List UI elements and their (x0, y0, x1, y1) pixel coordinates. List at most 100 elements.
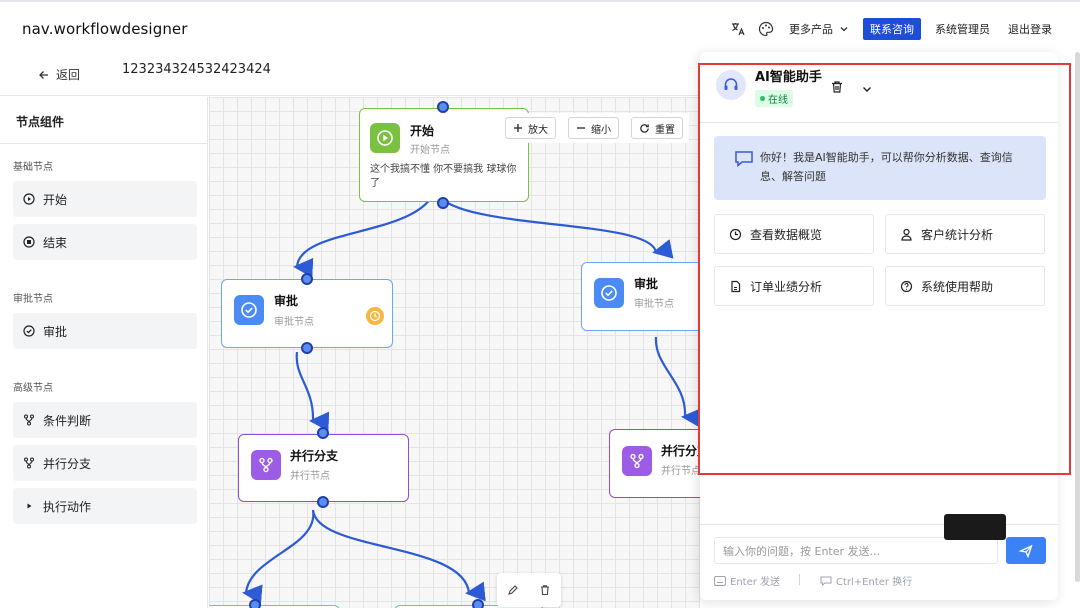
status-badge: 在线 (755, 90, 793, 107)
edge-parallel-to-left-child (242, 509, 315, 605)
zoom-in-button[interactable]: 放大 (505, 117, 556, 139)
divider (799, 574, 800, 585)
user-icon (901, 228, 912, 241)
branch-icon (24, 457, 34, 469)
edge-approval-left-to-parallel (295, 351, 330, 432)
node-parallel-right[interactable]: 并行分支 并行节点 (609, 429, 700, 498)
refresh-icon (640, 123, 649, 133)
workflow-canvas[interactable]: 开始 开始节点 这个我搞不懂 你不要搞我 球球你了 审批 审批节点 审批 审批节… (209, 97, 700, 608)
node-port[interactable] (472, 599, 484, 608)
node-parallel-left[interactable]: 并行分支 并行节点 (238, 434, 409, 502)
flow-header: 返回 123234324532423424 (0, 56, 700, 96)
online-dot-icon (760, 96, 765, 101)
clock-icon (729, 228, 742, 240)
question-input[interactable]: 输入你的问题，按 Enter 发送... (714, 537, 998, 564)
node-port[interactable] (249, 599, 261, 608)
section-label-basic: 基础节点 (13, 162, 53, 173)
check-circle-icon (234, 295, 264, 325)
play-circle-icon (370, 123, 400, 153)
greeting-text: 你好！我是AI智能助手，可以帮你分析数据、查询信息、解答问题 (760, 151, 1013, 183)
component-parallel[interactable]: 并行分支 (13, 445, 197, 481)
admin-user-link[interactable]: 系统管理员 (931, 19, 994, 39)
hint-enter: Enter 发送 (714, 573, 780, 588)
zoom-out-button[interactable]: 缩小 (568, 117, 619, 139)
help-icon (900, 280, 913, 292)
component-action[interactable]: 执行动作 (13, 488, 197, 524)
component-label: 并行分支 (43, 456, 92, 471)
scrollbar[interactable] (1075, 52, 1080, 582)
component-label: 审批 (43, 324, 68, 339)
chevron-down-icon[interactable] (861, 80, 873, 99)
trash-icon[interactable] (830, 79, 844, 98)
translate-icon[interactable] (729, 20, 747, 38)
node-port[interactable] (301, 342, 313, 354)
component-end[interactable]: 结束 (13, 224, 197, 260)
stop-circle-icon (23, 236, 35, 248)
assistant-name: AI智能助手 (755, 70, 822, 85)
trash-icon[interactable] (539, 584, 551, 596)
node-port[interactable] (437, 197, 449, 209)
redaction-blur (944, 514, 1006, 540)
node-title: 开始 (410, 124, 435, 138)
contact-button[interactable]: 联系咨询 (863, 18, 921, 40)
edit-icon[interactable] (507, 584, 519, 596)
hint-ctrl-enter: Ctrl+Enter 换行 (820, 573, 912, 588)
clock-badge-icon (366, 307, 384, 325)
greeting-message: 你好！我是AI智能助手，可以帮你分析数据、查询信息、解答问题 (714, 136, 1046, 200)
send-icon (1019, 544, 1033, 558)
document-icon (731, 280, 741, 292)
headset-icon (716, 70, 746, 100)
keyboard-icon (714, 575, 726, 586)
check-circle-icon (594, 278, 624, 308)
node-approval-left[interactable]: 审批 审批节点 (221, 279, 393, 348)
node-port[interactable] (317, 427, 329, 439)
quick-action-customer-stats[interactable]: 客户统计分析 (885, 214, 1045, 254)
chat-bubble-icon (735, 151, 753, 168)
branch-icon (24, 414, 34, 426)
quick-action-label: 查看数据概览 (750, 227, 823, 242)
node-description: 这个我搞不懂 你不要搞我 球球你了 (370, 164, 517, 189)
section-label-approval: 审批节点 (13, 294, 53, 305)
more-products-label: 更多产品 (789, 23, 833, 36)
quick-action-label: 系统使用帮助 (921, 279, 994, 294)
quick-action-order-analysis[interactable]: 订单业绩分析 (714, 266, 874, 306)
play-small-icon (27, 503, 32, 509)
component-approval[interactable]: 审批 (13, 313, 197, 349)
back-label: 返回 (56, 68, 81, 82)
component-label: 条件判断 (43, 413, 92, 428)
reset-button[interactable]: 重置 (631, 117, 683, 139)
component-condition[interactable]: 条件判断 (13, 402, 197, 438)
node-subtitle: 审批节点 (274, 317, 314, 328)
palette-icon[interactable] (757, 20, 775, 38)
play-circle-icon (23, 193, 35, 205)
reset-label: 重置 (655, 124, 675, 136)
minus-icon (577, 127, 585, 129)
more-products-menu[interactable]: 更多产品 (785, 19, 853, 39)
node-approval-right[interactable]: 审批 审批节点 (581, 262, 700, 331)
quick-action-label: 客户统计分析 (921, 227, 994, 242)
quick-action-label: 订单业绩分析 (750, 279, 823, 294)
top-navbar: nav.workflowdesigner 更多产品 联系咨询 系统管理员 退出登… (0, 0, 1080, 56)
back-button[interactable]: 返回 (38, 66, 80, 83)
hint-ctrl-enter-label: Ctrl+Enter 换行 (836, 577, 913, 588)
node-subtitle: 并行节点 (661, 466, 700, 477)
node-port[interactable] (301, 273, 313, 285)
hint-enter-label: Enter 发送 (730, 577, 781, 588)
send-button[interactable] (1006, 537, 1046, 564)
node-title: 并行分支 (661, 444, 700, 458)
logout-link[interactable]: 退出登录 (1004, 19, 1056, 39)
chevron-down-icon (840, 27, 848, 32)
branch-icon (251, 450, 281, 480)
check-circle-icon (23, 325, 35, 337)
node-subtitle: 并行节点 (290, 471, 330, 482)
component-start[interactable]: 开始 (13, 181, 197, 217)
divider (0, 143, 208, 144)
sidebar-title: 节点组件 (16, 115, 65, 129)
chat-icon (820, 576, 832, 586)
zoom-toolbar: 放大 缩小 重置 (499, 113, 689, 143)
node-port[interactable] (437, 101, 449, 113)
flow-id-title: 123234324532423424 (122, 62, 271, 77)
node-port[interactable] (317, 496, 329, 508)
quick-action-system-help[interactable]: 系统使用帮助 (885, 266, 1045, 306)
quick-action-data-overview[interactable]: 查看数据概览 (714, 214, 874, 254)
